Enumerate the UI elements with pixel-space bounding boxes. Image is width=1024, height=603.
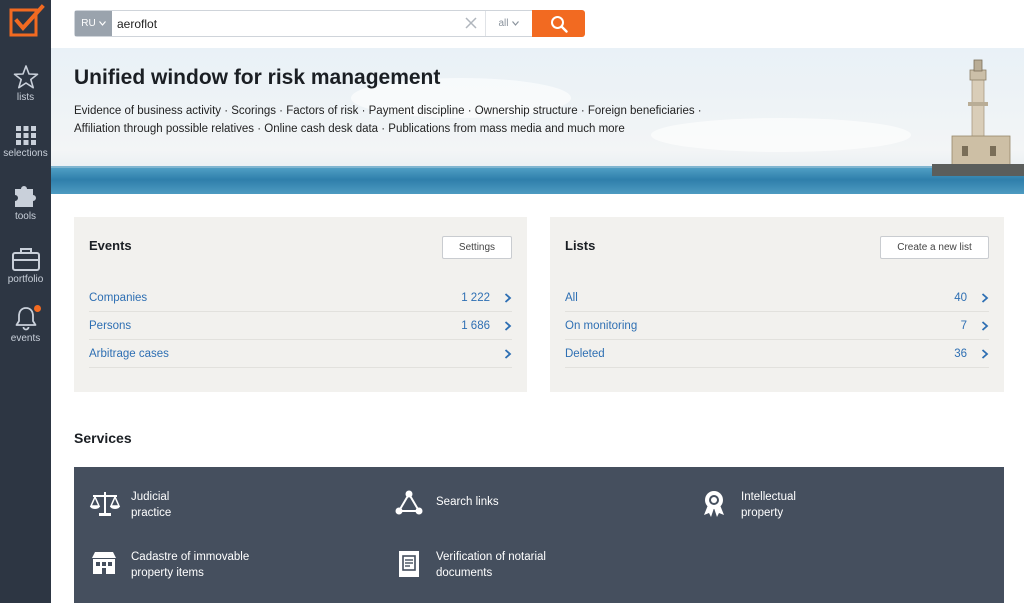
service-label-line: Cadastre of immovable [131,551,250,563]
create-list-button[interactable]: Create a new list [880,236,989,259]
sea-decoration [51,168,1024,194]
lists-row-monitoring[interactable]: On monitoring 7 [565,312,989,340]
row-label: Companies [89,292,148,304]
row-label: Deleted [565,348,605,360]
events-row-persons[interactable]: Persons 1 686 [89,312,512,340]
service-label: Search links [436,494,586,510]
chevron-down-icon [98,21,106,26]
briefcase-icon [11,248,40,271]
search-button[interactable] [532,10,585,37]
service-label-line: Search links [436,496,499,508]
lighthouse-image [932,59,1024,176]
service-label-line: Verification of notarial [436,551,546,563]
nav-selections-label: selections [3,148,48,159]
top-bar: RU all [51,0,1024,48]
lists-row-deleted[interactable]: Deleted 36 [565,340,989,368]
settings-button[interactable]: Settings [442,236,512,259]
search-scope-value: all [498,18,509,29]
hero-subtitle: Evidence of business activity · Scorings… [74,102,774,138]
nav-events[interactable]: events [0,305,51,344]
scales-icon [89,492,121,516]
events-row-companies[interactable]: Companies 1 222 [89,284,512,312]
service-label: Intellectual property [741,489,891,521]
hero-banner: Unified window for risk management Evide… [51,48,1024,194]
chevron-right-icon [981,349,989,359]
language-select[interactable]: RU [75,11,112,36]
document-icon [399,551,419,577]
nav-tools-label: tools [14,211,37,222]
search-bar: RU all [74,10,585,37]
search-input[interactable] [117,14,457,33]
sidebar: lists selections tools portfolio events [0,0,51,603]
nav-lists[interactable]: lists [0,64,51,103]
row-count: 1 222 [461,292,490,304]
service-notarial-verification[interactable]: Verification of notarial documents [394,549,614,583]
service-label: Cadastre of immovable property items [131,549,281,581]
service-label-line: practice [131,507,172,519]
row-count: 7 [960,320,967,332]
hero-title: Unified window for risk management [74,66,441,89]
nav-portfolio-label: portfolio [7,274,44,285]
notification-dot [34,305,41,312]
service-cadastre[interactable]: Cadastre of immovable property items [89,549,289,583]
row-count: 40 [954,292,967,304]
building-icon [92,552,116,574]
services-title: Services [74,430,132,446]
links-icon [395,490,423,515]
lists-title: Lists [565,238,596,253]
events-title: Events [89,238,132,253]
lists-row-all[interactable]: All 40 [565,284,989,312]
services-panel: Judicial practice Search links Intellect… [74,467,1004,603]
nav-tools[interactable]: tools [0,183,51,222]
award-icon [704,491,724,517]
service-search-links[interactable]: Search links [394,489,594,523]
chevron-right-icon [504,293,512,303]
logo-checkbox-icon[interactable] [8,4,46,38]
events-card: Events Settings Companies 1 222 Persons … [74,217,527,392]
service-label-line: documents [436,567,493,579]
chevron-right-icon [981,321,989,331]
search-scope-select[interactable]: all [485,11,531,36]
grid-icon [15,126,36,145]
row-label: All [565,292,578,304]
search-icon [550,15,568,33]
nav-events-label: events [10,333,41,344]
clear-icon[interactable] [463,15,479,31]
service-intellectual-property[interactable]: Intellectual property [699,489,899,523]
chevron-right-icon [981,293,989,303]
puzzle-icon [14,186,36,207]
row-count: 36 [954,348,967,360]
row-label: Arbitrage cases [89,348,169,360]
service-label: Judicial practice [131,489,281,521]
service-judicial-practice[interactable]: Judicial practice [89,489,289,523]
events-row-arbitrage[interactable]: Arbitrage cases [89,340,512,368]
nav-selections[interactable]: selections [0,124,51,159]
lists-card: Lists Create a new list All 40 On monito… [550,217,1004,392]
service-label-line: property items [131,567,204,579]
service-label: Verification of notarial documents [436,549,586,581]
chevron-right-icon [504,349,512,359]
row-label: Persons [89,320,132,332]
hero-subtitle-line: Evidence of business activity · Scorings… [74,105,702,117]
row-count: 1 686 [461,320,490,332]
service-label-line: property [741,507,784,519]
language-value: RU [81,18,96,29]
chevron-right-icon [504,321,512,331]
service-label-line: Intellectual [741,491,796,503]
nav-lists-label: lists [16,92,35,103]
chevron-down-icon [511,21,519,26]
hero-subtitle-line: Affiliation through possible relatives ·… [74,123,625,135]
row-label: On monitoring [565,320,638,332]
service-label-line: Judicial [131,491,170,503]
star-icon [13,65,38,89]
nav-portfolio[interactable]: portfolio [0,246,51,285]
